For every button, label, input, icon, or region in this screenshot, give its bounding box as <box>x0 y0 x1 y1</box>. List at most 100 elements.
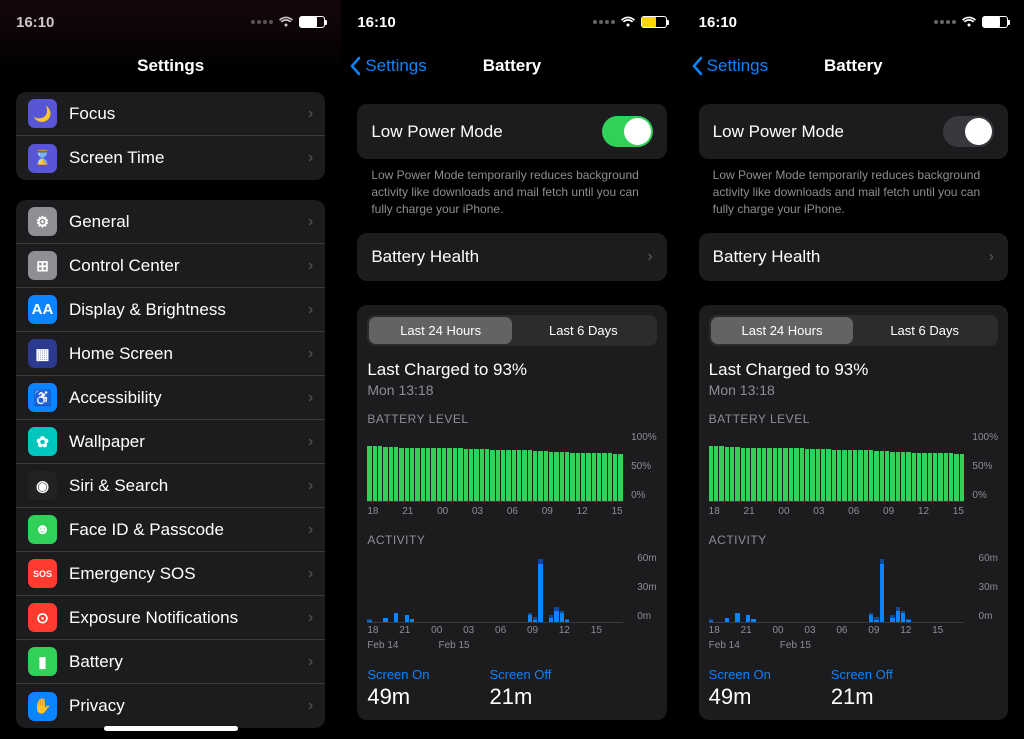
settings-row-screen-time[interactable]: ⌛Screen Time› <box>16 136 325 180</box>
settings-icon: 🌙 <box>28 99 57 128</box>
settings-icon: ☻ <box>28 515 57 544</box>
settings-row-emergency-sos[interactable]: SOSEmergency SOS› <box>16 552 325 596</box>
activity-yticks: 60m30m0m <box>979 553 998 622</box>
battery-icon <box>641 16 667 28</box>
activity-label: ACTIVITY <box>367 533 656 547</box>
settings-row-battery[interactable]: ▮Battery› <box>16 640 325 684</box>
screen-off-value: 21m <box>489 684 551 710</box>
chevron-right-icon: › <box>989 248 994 266</box>
settings-label: Face ID & Passcode <box>69 520 308 540</box>
screen-on-label: Screen On <box>709 667 771 682</box>
chevron-right-icon: › <box>647 248 652 266</box>
settings-icon: ⚙ <box>28 207 57 236</box>
last-charged-time: Mon 13:18 <box>367 382 656 398</box>
back-label: Settings <box>707 56 768 76</box>
battery-level-chart: 100%50%0% <box>709 432 964 502</box>
seg-last-24h[interactable]: Last 24 Hours <box>369 317 512 344</box>
activity-label: ACTIVITY <box>709 533 998 547</box>
back-button[interactable]: Settings <box>691 56 768 76</box>
settings-label: Display & Brightness <box>69 300 308 320</box>
low-power-mode-toggle[interactable] <box>943 116 994 147</box>
low-power-mode-label: Low Power Mode <box>371 122 502 142</box>
seg-last-24h[interactable]: Last 24 Hours <box>711 317 854 344</box>
home-indicator[interactable] <box>104 726 238 731</box>
settings-row-display-brightness[interactable]: AADisplay & Brightness› <box>16 288 325 332</box>
settings-row-home-screen[interactable]: ▦Home Screen› <box>16 332 325 376</box>
battery-screen-lpm-on: 16:10 Settings Battery Low Power Mode Lo… <box>341 0 682 739</box>
settings-row-privacy[interactable]: ✋Privacy› <box>16 684 325 728</box>
battery-level-xlabels: 1821000306091215 <box>709 506 998 517</box>
battery-level-xlabels: 1821000306091215 <box>367 506 656 517</box>
settings-icon: ◉ <box>28 471 57 500</box>
battery-level-label: BATTERY LEVEL <box>367 412 656 426</box>
low-power-mode-description: Low Power Mode temporarily reduces backg… <box>357 159 666 233</box>
seg-last-6d[interactable]: Last 6 Days <box>853 317 996 344</box>
chevron-left-icon <box>349 56 361 76</box>
chevron-right-icon: › <box>308 477 313 495</box>
settings-icon: SOS <box>28 559 57 588</box>
low-power-mode-description: Low Power Mode temporarily reduces backg… <box>699 159 1008 233</box>
settings-label: Home Screen <box>69 344 308 364</box>
status-bar: 16:10 <box>0 0 341 44</box>
back-button[interactable]: Settings <box>349 56 426 76</box>
battery-content[interactable]: Low Power Mode Low Power Mode temporaril… <box>683 88 1024 739</box>
settings-icon: ⌛ <box>28 144 57 173</box>
battery-health-label: Battery Health <box>713 247 821 267</box>
settings-label: Control Center <box>69 256 308 276</box>
screen-stats: Screen On 49m Screen Off 21m <box>709 667 998 710</box>
activity-date-labels: Feb 14Feb 15 <box>709 640 998 651</box>
screen-stats: Screen On 49m Screen Off 21m <box>367 667 656 710</box>
chevron-right-icon: › <box>308 653 313 671</box>
screen-off-label: Screen Off <box>831 667 893 682</box>
settings-row-exposure-notifications[interactable]: ⊙Exposure Notifications› <box>16 596 325 640</box>
battery-chart-card: Last 24 Hours Last 6 Days Last Charged t… <box>357 305 666 720</box>
settings-row-control-center[interactable]: ⊞ Control Center› <box>16 244 325 288</box>
settings-row-focus[interactable]: 🌙 Focus› <box>16 92 325 136</box>
activity-chart: 60m30m0m <box>709 553 964 623</box>
page-title: Settings <box>137 56 204 76</box>
battery-level-yticks: 100%50%0% <box>631 432 657 501</box>
settings-label: Screen Time <box>69 148 308 168</box>
nav-bar: Settings Battery <box>341 44 682 88</box>
battery-health-row[interactable]: Battery Health › <box>699 233 1008 281</box>
signal-icon <box>251 20 273 24</box>
battery-icon <box>299 16 325 28</box>
chevron-right-icon: › <box>308 433 313 451</box>
seg-last-6d[interactable]: Last 6 Days <box>512 317 655 344</box>
settings-label: Focus <box>69 104 308 124</box>
battery-content[interactable]: Low Power Mode Low Power Mode temporaril… <box>341 88 682 739</box>
time-range-segmented-control[interactable]: Last 24 Hours Last 6 Days <box>709 315 998 346</box>
time-range-segmented-control[interactable]: Last 24 Hours Last 6 Days <box>367 315 656 346</box>
settings-label: Accessibility <box>69 388 308 408</box>
chevron-right-icon: › <box>308 257 313 275</box>
activity-yticks: 60m30m0m <box>637 553 656 622</box>
battery-level-chart: 100%50%0% <box>367 432 622 502</box>
settings-row-wallpaper[interactable]: ✿Wallpaper› <box>16 420 325 464</box>
low-power-mode-row: Low Power Mode <box>699 104 1008 159</box>
page-title: Battery <box>483 56 542 76</box>
screen-on-value: 49m <box>709 684 771 710</box>
low-power-mode-label: Low Power Mode <box>713 122 844 142</box>
low-power-mode-toggle[interactable] <box>602 116 653 147</box>
settings-list[interactable]: 🌙Focus›⌛Screen Time› ⚙General›⊞Control C… <box>0 88 341 739</box>
chevron-right-icon: › <box>308 609 313 627</box>
chevron-right-icon: › <box>308 521 313 539</box>
battery-screen-lpm-off: 16:10 Settings Battery Low Power Mode Lo… <box>683 0 1024 739</box>
low-power-mode-row: Low Power Mode <box>357 104 666 159</box>
settings-label: Siri & Search <box>69 476 308 496</box>
settings-row-face-id-passcode[interactable]: ☻ Face ID & Passcode› <box>16 508 325 552</box>
settings-row-accessibility[interactable]: ♿Accessibility› <box>16 376 325 420</box>
last-charged-title: Last Charged to 93% <box>709 360 998 380</box>
chevron-left-icon <box>691 56 703 76</box>
battery-health-row[interactable]: Battery Health › <box>357 233 666 281</box>
settings-icon: ⊞ <box>28 251 57 280</box>
page-title: Battery <box>824 56 883 76</box>
settings-row-general[interactable]: ⚙General› <box>16 200 325 244</box>
last-charged-time: Mon 13:18 <box>709 382 998 398</box>
nav-bar: Settings <box>0 44 341 88</box>
battery-icon <box>982 16 1008 28</box>
chevron-right-icon: › <box>308 213 313 231</box>
settings-row-siri-search[interactable]: ◉ Siri & Search› <box>16 464 325 508</box>
chevron-right-icon: › <box>308 105 313 123</box>
settings-screen: 16:10 Settings 🌙Focus›⌛Screen Time› ⚙Gen… <box>0 0 341 739</box>
